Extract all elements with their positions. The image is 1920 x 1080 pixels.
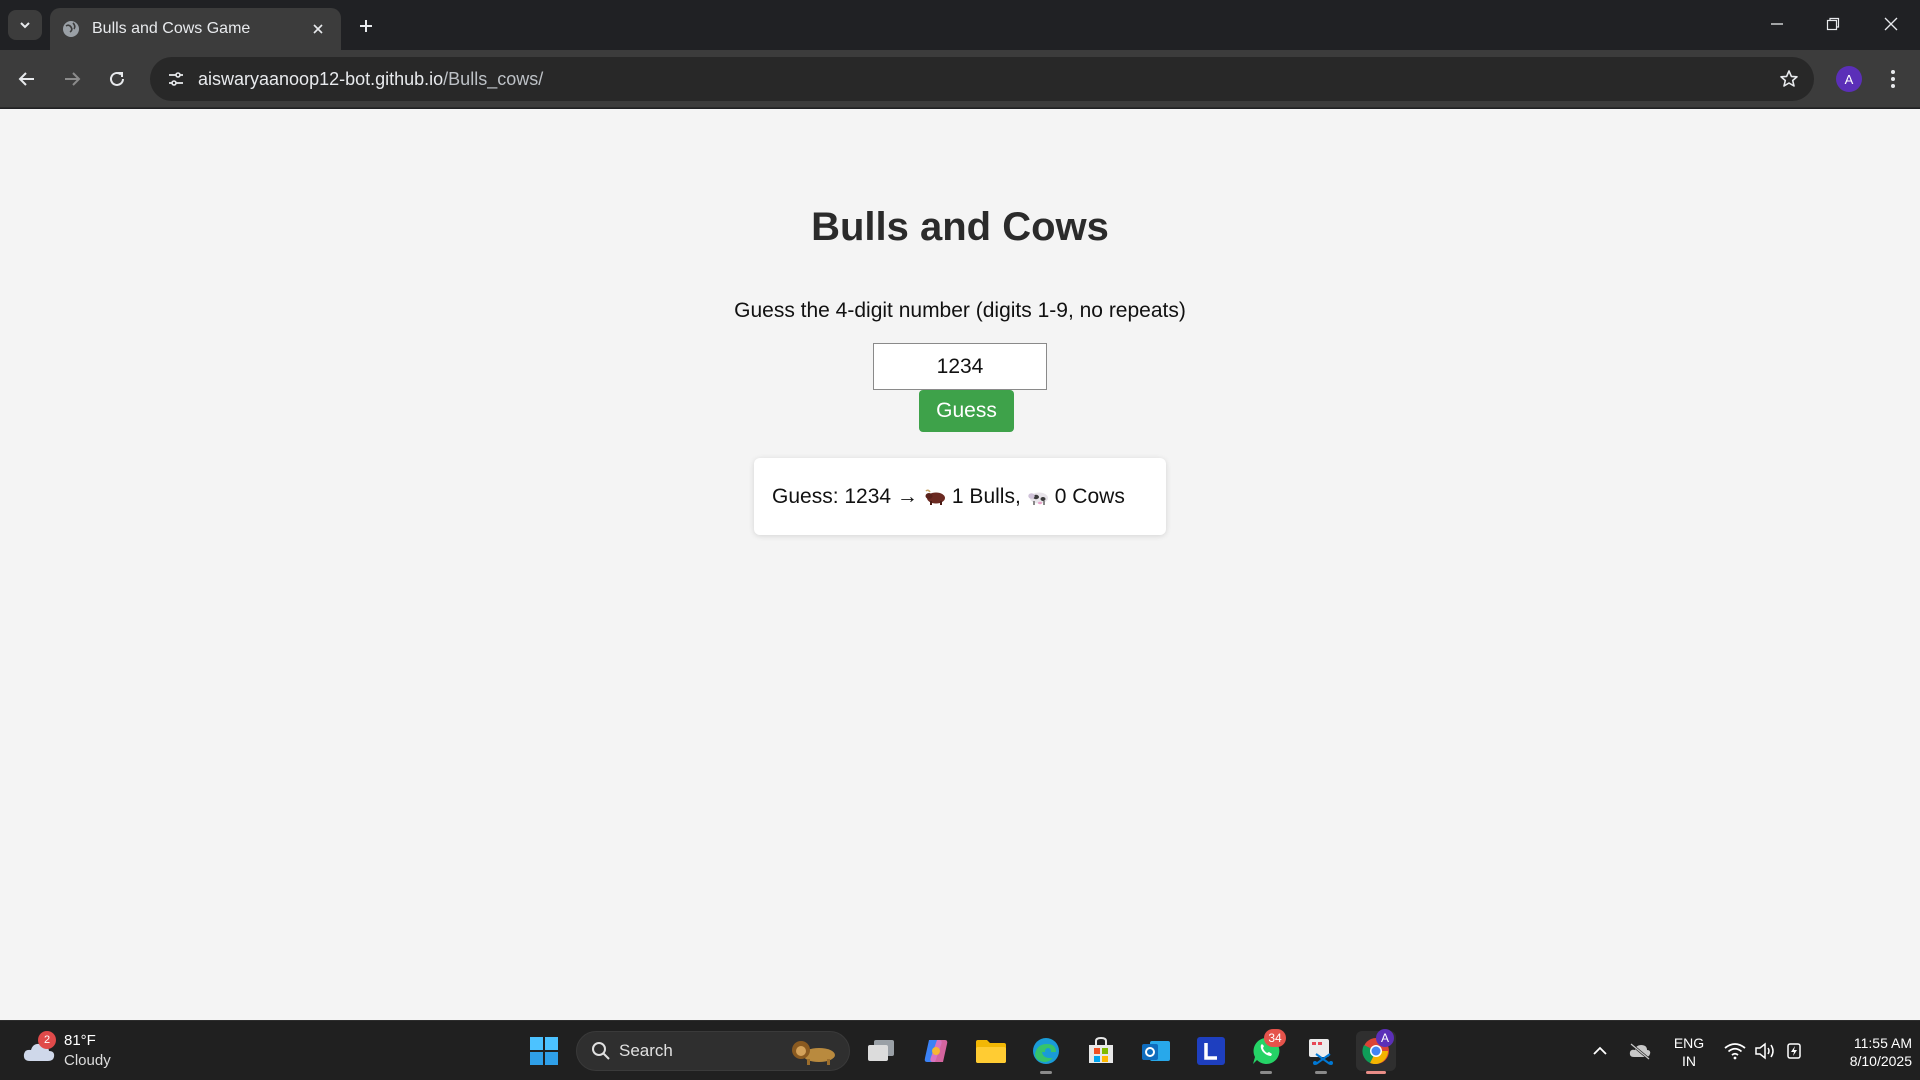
url-text: aiswaryaanoop12-bot.github.io/Bulls_cows… [198, 69, 543, 90]
site-info-button[interactable] [156, 57, 196, 101]
bulls-count-text: 1 Bulls, [951, 484, 1021, 508]
snipping-running-indicator [1315, 1071, 1327, 1074]
volume-icon [1755, 1042, 1774, 1060]
reload-icon [110, 71, 124, 86]
plus-icon [360, 20, 372, 32]
arrow-left-icon [18, 72, 34, 86]
chrome-profile-badge: A [1376, 1029, 1394, 1047]
windows-logo-icon [530, 1037, 558, 1065]
guess-button[interactable]: Guess [919, 390, 1014, 432]
profile-avatar[interactable]: A [1836, 66, 1862, 92]
minimize-button[interactable] [1749, 0, 1805, 48]
bull-icon [925, 488, 945, 505]
tab-search-button[interactable] [8, 10, 42, 40]
browser-toolbar: aiswaryaanoop12-bot.github.io/Bulls_cows… [0, 50, 1920, 108]
chevron-down-icon [20, 22, 30, 29]
clock[interactable]: 11:55 AM 8/10/2025 [1818, 1034, 1912, 1070]
weather-condition: Cloudy [64, 1052, 111, 1069]
tab-title: Bulls and Cows Game [92, 20, 251, 37]
close-window-button[interactable] [1863, 0, 1919, 48]
result-card: Guess: 1234 → 1 Bulls, 0 Cows [754, 458, 1166, 535]
bookmark-button[interactable] [1776, 66, 1802, 92]
region-code: IN [1682, 1053, 1696, 1069]
taskbar-search[interactable]: Search [576, 1031, 850, 1071]
edge-button[interactable] [1026, 1031, 1066, 1071]
weather-temperature: 81°F [64, 1032, 96, 1049]
outlook-button[interactable] [1136, 1031, 1176, 1071]
search-label: Search [619, 1041, 673, 1060]
windows-taskbar: 2 81°F Cloudy Search 34 A ENG IN 11:55 A… [0, 1020, 1920, 1080]
show-hidden-icons-button[interactable] [1580, 1031, 1620, 1071]
l-app-button[interactable] [1191, 1031, 1231, 1071]
restore-icon [1826, 17, 1840, 31]
language-indicator[interactable]: ENG IN [1666, 1034, 1712, 1070]
arrow-right-icon [65, 72, 81, 86]
tab-close-button[interactable] [307, 18, 329, 40]
l-app-icon [1197, 1037, 1225, 1065]
weather-badge: 2 [38, 1031, 56, 1049]
tab-strip: Bulls and Cows Game [0, 0, 1920, 50]
cows-count-text: 0 Cows [1054, 484, 1125, 508]
weather-widget[interactable]: 2 81°F Cloudy [20, 1031, 130, 1073]
edge-running-indicator [1040, 1071, 1052, 1074]
language-code: ENG [1673, 1035, 1705, 1051]
task-view-button[interactable] [861, 1031, 901, 1071]
globe-icon [63, 21, 79, 37]
quick-settings-button[interactable] [1716, 1031, 1814, 1071]
page-title: Bulls and Cows [811, 205, 1109, 249]
result-guess-text: Guess: 1234 → [772, 484, 918, 508]
guess-input[interactable] [873, 343, 1047, 390]
snipping-tool-button[interactable] [1301, 1031, 1341, 1071]
url-host: aiswaryaanoop12-bot.github.io [198, 68, 444, 89]
address-bar[interactable]: aiswaryaanoop12-bot.github.io/Bulls_cows… [150, 57, 1814, 101]
snipping-tool-icon [1309, 1039, 1333, 1065]
browser-menu-button[interactable] [1880, 64, 1906, 94]
store-button[interactable] [1081, 1031, 1121, 1071]
chevron-up-icon [1593, 1046, 1607, 1055]
back-button[interactable] [10, 62, 44, 96]
reload-button[interactable] [100, 62, 134, 96]
cow-icon [1028, 492, 1048, 505]
copilot-button[interactable] [916, 1031, 956, 1071]
cloud-off-icon [1629, 1043, 1651, 1060]
copilot-icon [924, 1040, 948, 1062]
tune-icon [169, 72, 183, 86]
edge-icon [1033, 1038, 1059, 1064]
close-icon [1884, 17, 1898, 31]
outlook-icon [1142, 1041, 1170, 1061]
page-content: Bulls and Cows Guess the 4-digit number … [0, 109, 1920, 1020]
battery-charging-icon [1787, 1043, 1801, 1059]
onedrive-button[interactable] [1620, 1031, 1660, 1071]
search-icon [592, 1042, 610, 1060]
instructions-text: Guess the 4-digit number (digits 1-9, no… [734, 299, 1186, 322]
minimize-icon [1771, 23, 1783, 25]
star-icon [1780, 70, 1798, 87]
chrome-active-indicator [1366, 1071, 1386, 1074]
whatsapp-badge: 34 [1264, 1029, 1286, 1047]
forward-button[interactable] [55, 62, 89, 96]
clock-date: 8/10/2025 [1849, 1053, 1912, 1069]
start-button[interactable] [524, 1031, 564, 1071]
file-explorer-button[interactable] [971, 1031, 1011, 1071]
more-vert-icon [1891, 70, 1895, 88]
whatsapp-running-indicator [1260, 1071, 1272, 1074]
folder-icon [976, 1040, 1006, 1063]
close-icon [313, 24, 323, 34]
new-tab-button[interactable] [352, 12, 380, 40]
url-path: /Bulls_cows/ [443, 68, 544, 89]
restore-button[interactable] [1805, 0, 1861, 48]
active-tab[interactable]: Bulls and Cows Game [50, 8, 341, 50]
store-icon [1089, 1036, 1113, 1063]
task-view-icon [868, 1040, 894, 1061]
search-highlight-lion-icon [792, 1041, 835, 1065]
clock-time: 11:55 AM [1853, 1035, 1912, 1051]
wifi-icon [1724, 1043, 1746, 1060]
